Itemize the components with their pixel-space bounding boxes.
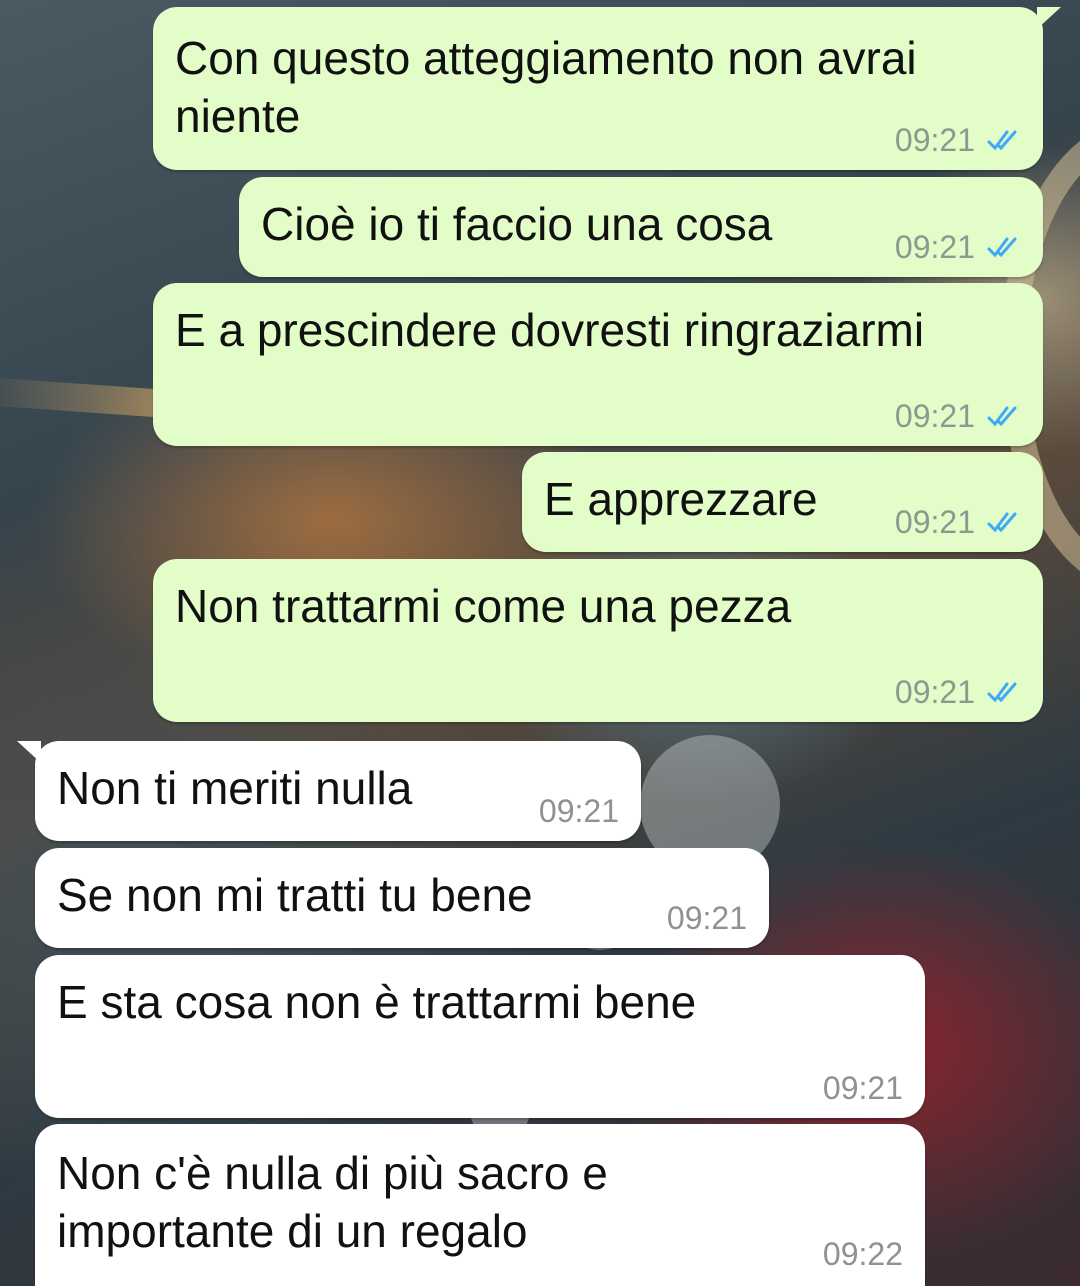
- message-bubble-incoming[interactable]: E sta cosa non è trattarmi bene 09:21: [35, 955, 925, 1118]
- message-meta: 09:21: [823, 1070, 903, 1106]
- message-bubble-outgoing[interactable]: E a prescindere dovresti ringraziarmi 09…: [153, 283, 1043, 446]
- message-meta: 09:21: [895, 229, 1021, 265]
- bubble-tail: [1037, 7, 1061, 29]
- double-check-read-icon: [987, 512, 1017, 533]
- bubble-tail: [17, 741, 41, 763]
- message-bubble-outgoing[interactable]: Cioè io ti faccio una cosa 09:21: [239, 177, 1043, 277]
- message-bubble-incoming[interactable]: Non ti meriti nulla 09:21: [17, 741, 641, 841]
- message-list[interactable]: Con questo atteggiamento non avrai nient…: [0, 0, 1080, 1286]
- message-bubble-incoming[interactable]: Non c'è nulla di più sacro e importante …: [35, 1124, 925, 1286]
- message-bubble-outgoing[interactable]: E apprezzare 09:21: [522, 452, 1043, 552]
- message-time: 09:21: [894, 122, 975, 158]
- message-text: E apprezzare: [544, 473, 818, 525]
- message-meta: 09:22: [823, 1236, 903, 1272]
- message-text: Non trattarmi come una pezza: [175, 580, 792, 632]
- message-time: 09:21: [822, 1070, 903, 1106]
- message-text: Se non mi tratti tu bene: [57, 869, 533, 921]
- message-time: 09:22: [822, 1236, 903, 1272]
- message-text: Non ti meriti nulla: [57, 762, 413, 814]
- message-bubble-outgoing[interactable]: Non trattarmi come una pezza 09:21: [153, 559, 1043, 722]
- double-check-read-icon: [987, 130, 1017, 151]
- message-time: 09:21: [894, 504, 975, 540]
- message-time: 09:21: [538, 793, 619, 829]
- message-time: 09:21: [894, 398, 975, 434]
- message-meta: 09:21: [539, 793, 619, 829]
- double-check-read-icon: [987, 406, 1017, 427]
- message-text: Non c'è nulla di più sacro e importante …: [57, 1147, 608, 1257]
- message-meta: 09:21: [895, 504, 1021, 540]
- message-text: Cioè io ti faccio una cosa: [261, 198, 773, 250]
- message-text: E sta cosa non è trattarmi bene: [57, 976, 697, 1028]
- message-meta: 09:21: [667, 900, 747, 936]
- message-time: 09:21: [894, 674, 975, 710]
- message-time: 09:21: [894, 229, 975, 265]
- message-bubble-incoming[interactable]: Se non mi tratti tu bene 09:21: [35, 848, 769, 948]
- double-check-read-icon: [987, 682, 1017, 703]
- message-meta: 09:21: [895, 122, 1021, 158]
- message-meta: 09:21: [895, 674, 1021, 710]
- message-text: E a prescindere dovresti ringraziarmi: [175, 304, 925, 356]
- message-meta: 09:21: [895, 398, 1021, 434]
- message-text: Con questo atteggiamento non avrai nient…: [175, 32, 917, 142]
- double-check-read-icon: [987, 237, 1017, 258]
- message-bubble-outgoing[interactable]: Con questo atteggiamento non avrai nient…: [153, 7, 1061, 170]
- message-time: 09:21: [666, 900, 747, 936]
